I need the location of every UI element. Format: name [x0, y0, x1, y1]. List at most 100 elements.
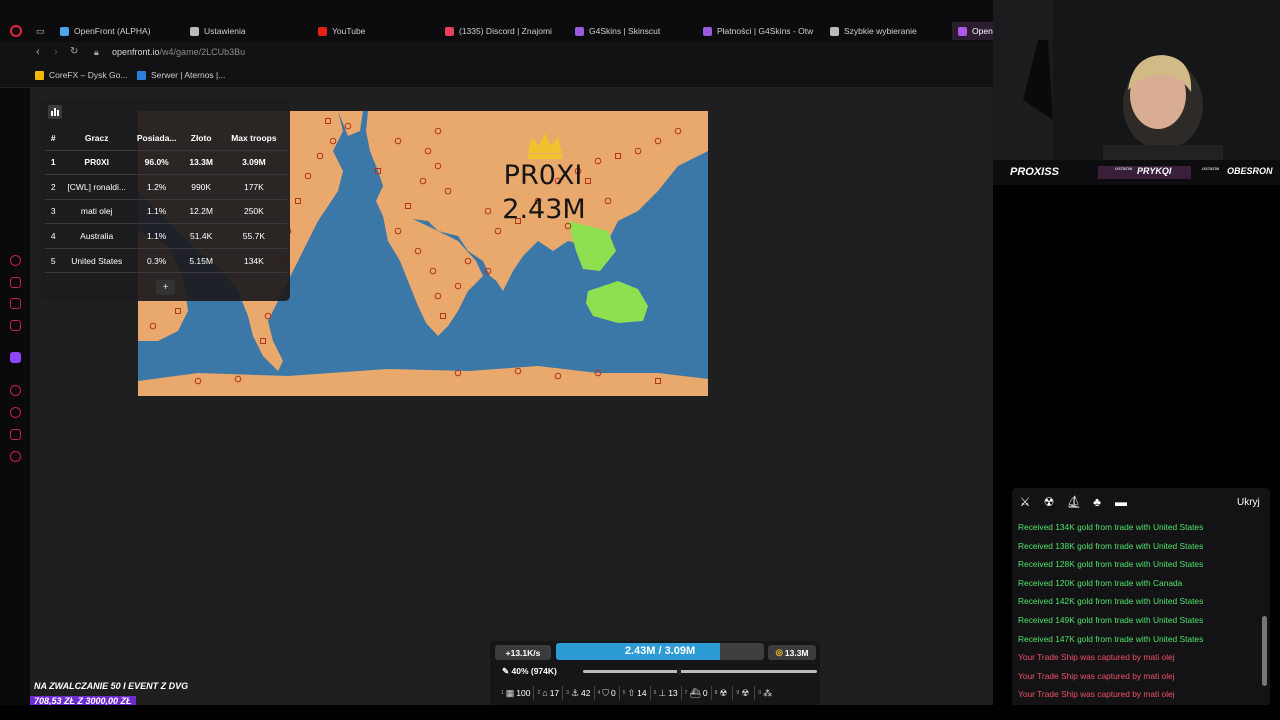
build-factory[interactable]: 2 ⌂ 17 — [533, 686, 562, 700]
events-scrollbar[interactable] — [1262, 520, 1267, 700]
leaderboard-row[interactable]: 3 mati olej 1.1% 12.2M 250K — [45, 199, 287, 225]
last-follow-name: OBESRON — [1227, 166, 1273, 176]
opera-logo-icon[interactable] — [10, 25, 22, 37]
tab-label: OpenFront (ALPHA) — [74, 26, 151, 36]
hotkey: 6 — [653, 690, 657, 696]
leaderboard-cell: 5.15M — [181, 248, 221, 274]
port-icon: ⚓︎ — [570, 687, 580, 698]
build-hydrogen-bomb[interactable]: 9 ☢︎ — [732, 686, 754, 700]
leaderboard-cell: 13.3M — [181, 150, 221, 176]
nuke-icon[interactable]: ☢︎ — [1042, 495, 1056, 509]
tab-0[interactable]: OpenFront (ALPHA) — [60, 22, 151, 40]
messenger-icon[interactable] — [10, 298, 21, 309]
col-gold[interactable]: Złoto — [181, 126, 221, 151]
col-player[interactable]: Gracz — [61, 126, 132, 151]
leaderboard-header: # Gracz Posiada... Złoto Max troops — [45, 126, 287, 151]
webcam-feed — [993, 0, 1280, 160]
tab-2[interactable]: YouTube — [318, 22, 365, 40]
url-field[interactable]: openfront.io/w4/game/2LCUb3Bu — [112, 47, 245, 57]
build-sam-launcher[interactable]: 6 ⊥ 13 — [649, 686, 681, 700]
messages-icon[interactable] — [10, 320, 21, 331]
leaderboard-panel: # Gracz Posiada... Złoto Max troops 1 PR0… — [40, 98, 290, 301]
url-path: /w4/game/2LCUb3Bu — [159, 47, 246, 57]
slider-knob[interactable] — [676, 668, 681, 675]
back-button[interactable]: ‹ — [36, 46, 40, 58]
build-defense-post[interactable]: 4 ⛉ 0 — [593, 686, 619, 700]
col-max-troops[interactable]: Max troops — [220, 126, 287, 151]
browser-sidebar — [0, 88, 30, 720]
attack-ratio-text: 40% (974K) — [511, 666, 557, 676]
bar-chart-icon[interactable] — [48, 105, 62, 119]
leaderboard-cell: United States — [61, 248, 132, 274]
twitch-icon[interactable] — [10, 352, 21, 363]
troop-gain-text: +13.1K/s — [505, 647, 541, 658]
event-line: Received 147K gold from trade with Unite… — [1018, 633, 1204, 644]
aria-icon[interactable] — [10, 255, 21, 266]
player-troops-label: 2.43M — [502, 194, 586, 225]
bookmark-label: CoreFX – Dysk Go... — [49, 70, 128, 80]
speed-dial-icon — [830, 26, 839, 36]
col-rank[interactable]: # — [45, 126, 62, 151]
build-mirv[interactable]: 0 ⁂ — [754, 686, 777, 700]
tab-menu-icon[interactable]: ▭ — [36, 22, 45, 40]
reload-button[interactable]: ↻ — [70, 46, 78, 57]
bookmark-label: Serwer | Aternos |... — [151, 70, 226, 80]
tab-5[interactable]: Płatności | G4Skins - Otw — [703, 22, 813, 40]
tabs-icon: ▭ — [36, 25, 45, 36]
leaderboard-row[interactable]: 1 PR0XI 96.0% 13.3M 3.09M — [45, 150, 287, 176]
last-follow-caption: OSTATNI — [1202, 166, 1219, 171]
tab-3[interactable]: (1335) Discord | Znajomi — [445, 22, 552, 40]
sword-icon[interactable]: ⚔︎ — [1018, 495, 1032, 509]
event-line: Your Trade Ship was captured by mati ole… — [1018, 652, 1175, 663]
scroll-thumb[interactable] — [1262, 616, 1267, 686]
boat-icon[interactable]: ⛵︎ — [1066, 495, 1081, 509]
leaderboard-cell: 0.3% — [131, 248, 182, 274]
extensions-icon[interactable] — [10, 429, 21, 440]
build-missile-silo[interactable]: 5 ⇧ 14 — [618, 686, 650, 700]
leaderboard-row[interactable]: 5 United States 0.3% 5.15M 134K — [45, 248, 287, 274]
tab-4[interactable]: G4Skins | Skinscut — [575, 22, 660, 40]
build-port[interactable]: 3 ⚓︎ 42 — [562, 686, 593, 700]
build-city[interactable]: 1 ▦ 100 — [498, 686, 533, 700]
col-owned[interactable]: Posiada... — [131, 126, 182, 151]
aternos-icon — [137, 70, 146, 80]
unit-count: 17 — [549, 688, 560, 698]
lock-icon: 🔒︎ — [94, 47, 99, 57]
leaderboard-cell: 250K — [220, 199, 287, 225]
screen: ▭ OpenFront (ALPHA) Ustawienia YouTube (133… — [0, 0, 1280, 720]
hotkey: 1 — [501, 690, 504, 696]
leaderboard-row[interactable]: 2 [CWL] ronaldi... 1.2% 990K 177K — [45, 174, 287, 200]
hotkey: 3 — [566, 690, 569, 696]
bookmark-aternos[interactable]: Serwer | Aternos |... — [137, 70, 225, 80]
hide-events-button[interactable]: Ukryj — [1237, 497, 1260, 508]
leaderboard-expand-button[interactable]: + — [156, 280, 175, 295]
tab-1[interactable]: Ustawienia — [190, 22, 246, 40]
youtube-icon — [318, 26, 327, 36]
history-icon[interactable] — [10, 407, 21, 418]
forward-button[interactable]: › — [54, 46, 58, 58]
handshake-icon[interactable]: ♣︎ — [1090, 495, 1104, 509]
sam-launcher-icon: ⊥ — [658, 687, 667, 698]
url-host: openfront.io — [112, 47, 160, 57]
hotkey: 0 — [758, 690, 762, 696]
player-icon[interactable] — [10, 385, 21, 396]
g4skins-icon — [703, 26, 712, 36]
tab-label: Ustawienia — [204, 26, 246, 36]
attack-ratio-slider[interactable] — [583, 668, 817, 675]
event-line: Your Trade Ship was captured by mati ole… — [1018, 670, 1175, 681]
leaderboard-cell: Australia — [61, 223, 132, 249]
unit-count: 42 — [581, 688, 591, 698]
build-atom-bomb[interactable]: 8 ☢︎ — [710, 686, 733, 700]
leaderboard-cell: 177K — [220, 174, 287, 200]
settings-icon[interactable] — [10, 451, 21, 462]
tab-label: (1335) Discord | Znajomi — [459, 26, 552, 36]
wallet-icon[interactable] — [10, 277, 21, 288]
leaderboard-cell: 1 — [45, 150, 62, 176]
build-warship[interactable]: 7 ⛴︎ 0 — [680, 686, 711, 700]
leaderboard-row[interactable]: 4 Australia 1.1% 51.4K 55.7K — [45, 223, 287, 249]
last-sub-name: PRYKQI — [1137, 166, 1172, 176]
chat-icon[interactable]: ▬ — [1114, 495, 1128, 509]
tab-6[interactable]: Szybkie wybieranie — [830, 22, 917, 40]
drive-icon — [35, 70, 44, 80]
bookmark-corefx[interactable]: CoreFX – Dysk Go... — [35, 70, 127, 80]
